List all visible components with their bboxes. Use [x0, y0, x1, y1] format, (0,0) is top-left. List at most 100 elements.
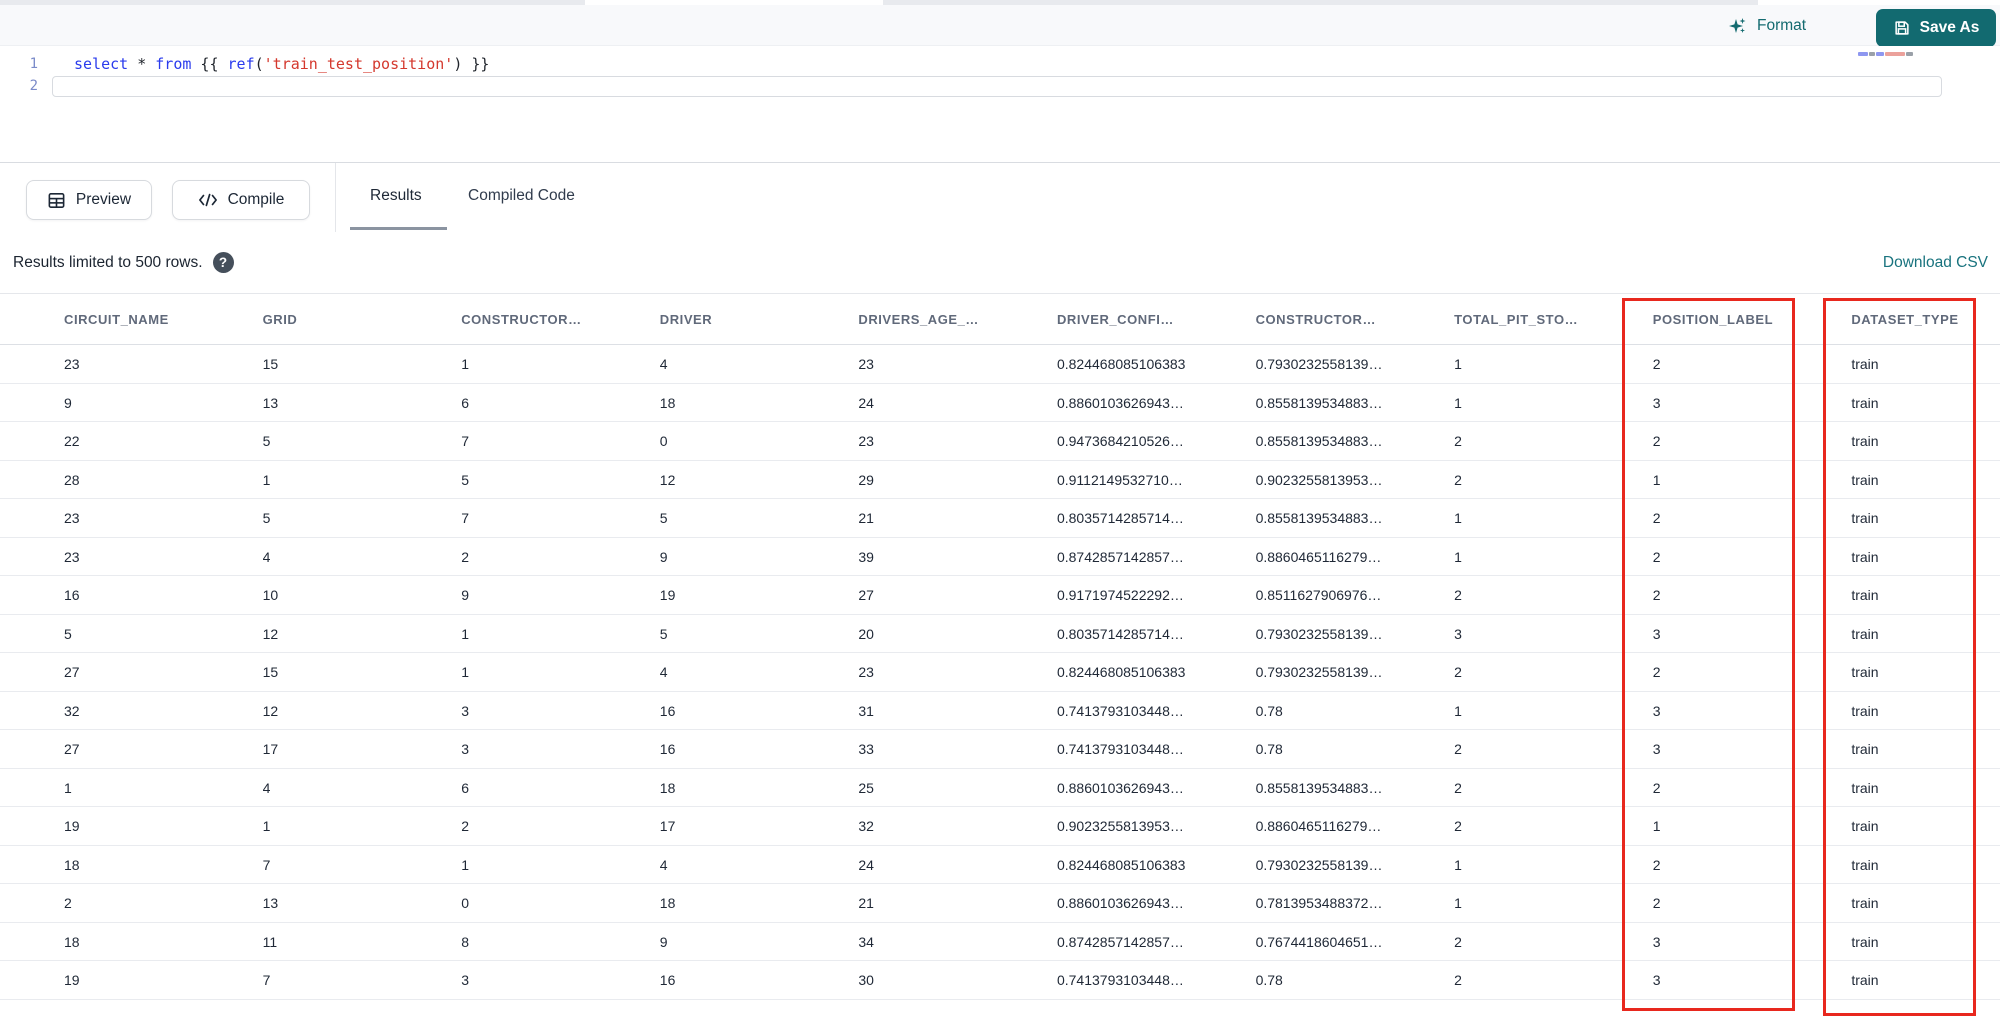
table-cell: 3 — [1652, 625, 1661, 642]
table-cell: 21 — [858, 510, 874, 526]
table-row: 1 4 6 18 25 0.8860103626943… 0.8558139534883… 2… — [0, 769, 2000, 807]
table-cell: 7 — [262, 856, 271, 873]
table-cell: 2 — [1652, 779, 1661, 796]
table-cell: 1 — [1454, 895, 1462, 911]
table-cell: 3 — [1652, 741, 1661, 757]
table-row: 5 12 1 5 20 0.8035714285714… 0.7930232558139… 3… — [0, 615, 2000, 653]
table-cell: 34 — [858, 933, 874, 950]
table-cell: 3 — [1652, 394, 1661, 411]
table-cell: 0 — [461, 895, 469, 911]
tab-results[interactable]: Results — [370, 163, 422, 229]
table-cell: 9 — [659, 548, 668, 565]
table-cell: 23 — [64, 510, 80, 526]
table-cell: 0.7413793103448… — [1056, 702, 1184, 719]
table-cell: 33 — [858, 741, 874, 757]
tab-compiled-code[interactable]: Compiled Code — [468, 163, 575, 229]
table-cell: 39 — [858, 548, 874, 565]
sql-editor[interactable]: 12 select * from {{ ref('train_test_posi… — [0, 46, 2000, 162]
help-icon[interactable]: ? — [212, 252, 234, 273]
table-cell: 2 — [1454, 818, 1462, 834]
preview-button[interactable]: Preview — [26, 180, 152, 220]
table-header-row: CIRCUIT_NAME GRID CONSTRUCTOR… DRIVER DRIVER… — [0, 294, 2000, 345]
table-cell: 3 — [461, 702, 469, 719]
table-cell: 1 — [262, 471, 271, 488]
table-row: 32 12 3 16 31 0.7413793103448… 0.78 1 3 train — [0, 692, 2000, 730]
table-cell: 6 — [461, 779, 469, 796]
editor-toolbar: Format Save As — [0, 5, 2000, 47]
table-cell: 20 — [858, 625, 874, 642]
table-cell: 2 — [1652, 433, 1661, 449]
table-cell: train — [1851, 779, 1879, 796]
table-cell: 24 — [858, 394, 874, 411]
table-cell: 23 — [858, 664, 874, 680]
floppy-disk-icon — [1893, 19, 1911, 37]
table-cell: 16 — [659, 972, 676, 988]
editor-gutter: 12 — [0, 46, 52, 162]
table-cell: train — [1851, 933, 1879, 950]
results-table: CIRCUIT_NAME GRID CONSTRUCTOR… DRIVER DRIVER… — [0, 293, 2000, 1000]
table-cell: 0.7930232558139… — [1255, 625, 1383, 642]
editor-minimap[interactable] — [1858, 52, 1914, 57]
results-limit-text: Results limited to 500 rows. — [13, 253, 203, 271]
table-cell: 2 — [461, 548, 469, 565]
editor-code[interactable]: select * from {{ ref('train_test_positio… — [52, 46, 2000, 162]
table-row: 23 5 7 5 21 0.8035714285714… 0.8558139534883… 1… — [0, 499, 2000, 538]
table-cell: 0.8742857142857… — [1056, 933, 1184, 950]
table-cell: 11 — [262, 933, 278, 950]
table-cell: 1 — [1454, 356, 1462, 372]
compile-button[interactable]: Compile — [172, 180, 310, 220]
table-cell: 15 — [262, 356, 279, 372]
table-cell: 0.8860103626943… — [1056, 895, 1184, 911]
table-cell: 0.8860465116279… — [1255, 818, 1382, 834]
table-cell: 12 — [659, 471, 676, 488]
table-cell: 28 — [64, 471, 80, 488]
table-cell: 0.7674418604651… — [1255, 933, 1383, 950]
table-cell: 1 — [1454, 394, 1462, 411]
table-cell: 5 — [461, 471, 469, 488]
table-cell: 6 — [461, 394, 469, 411]
table-row: 16 10 9 19 27 0.9171974522292… 0.8511627906976… — [0, 576, 2000, 615]
action-row: Preview Compile Results Compiled Code — [0, 163, 2000, 232]
download-csv-link[interactable]: Download CSV — [1883, 232, 1988, 293]
table-cell: 21 — [858, 895, 874, 911]
table-cell: 4 — [659, 664, 668, 680]
table-cell: 5 — [262, 433, 271, 449]
table-cell: 0.9112149532710… — [1056, 471, 1183, 488]
table-cell: 3 — [1652, 933, 1661, 950]
table-row: 27 15 1 4 23 0.824468085106383 0.7930232558139… — [0, 653, 2000, 692]
table-row: 9 13 6 18 24 0.8860103626943… 0.8558139534883…… — [0, 384, 2000, 422]
table-cell: 1 — [262, 818, 271, 834]
table-cell: 32 — [858, 818, 874, 834]
save-as-button[interactable]: Save As — [1876, 9, 1996, 47]
table-cell: 22 — [64, 433, 80, 449]
table-cell: 2 — [1454, 779, 1462, 796]
table-grid-icon — [47, 191, 66, 210]
table-cell: 2 — [1454, 664, 1462, 680]
table-cell: 23 — [64, 356, 80, 372]
table-cell: 0.78 — [1255, 702, 1283, 719]
table-cell: 15 — [262, 664, 279, 680]
table-cell: 29 — [858, 471, 874, 488]
table-cell: 2 — [1652, 895, 1661, 911]
table-row: 19 1 2 17 32 0.9023255813953… 0.8860465116279…… — [0, 807, 2000, 846]
table-cell: train — [1851, 510, 1879, 526]
table-cell: 0.8558139534883… — [1255, 510, 1383, 526]
table-cell: 27 — [64, 664, 80, 680]
table-cell: 18 — [659, 394, 676, 411]
table-cell: 0.7930232558139… — [1255, 856, 1383, 873]
table-cell: train — [1851, 471, 1879, 488]
table-cell: 0.9023255813953… — [1056, 818, 1184, 834]
table-cell: 2 — [1652, 856, 1661, 873]
format-button[interactable]: Format — [1728, 5, 1806, 46]
table-cell: train — [1851, 664, 1879, 680]
table-row: 23 4 2 9 39 0.8742857142857… 0.8860465116279… 1… — [0, 538, 2000, 576]
table-cell: 0.8860465116279… — [1255, 548, 1382, 565]
column-header: GRID — [262, 312, 298, 327]
table-cell: 25 — [858, 779, 874, 796]
table-cell: 1 — [1454, 856, 1462, 873]
table-cell: 18 — [64, 933, 80, 950]
table-cell: train — [1851, 433, 1879, 449]
table-cell: 0.8558139534883… — [1255, 779, 1383, 796]
table-cell: 16 — [659, 702, 676, 719]
table-cell: 23 — [64, 548, 80, 565]
